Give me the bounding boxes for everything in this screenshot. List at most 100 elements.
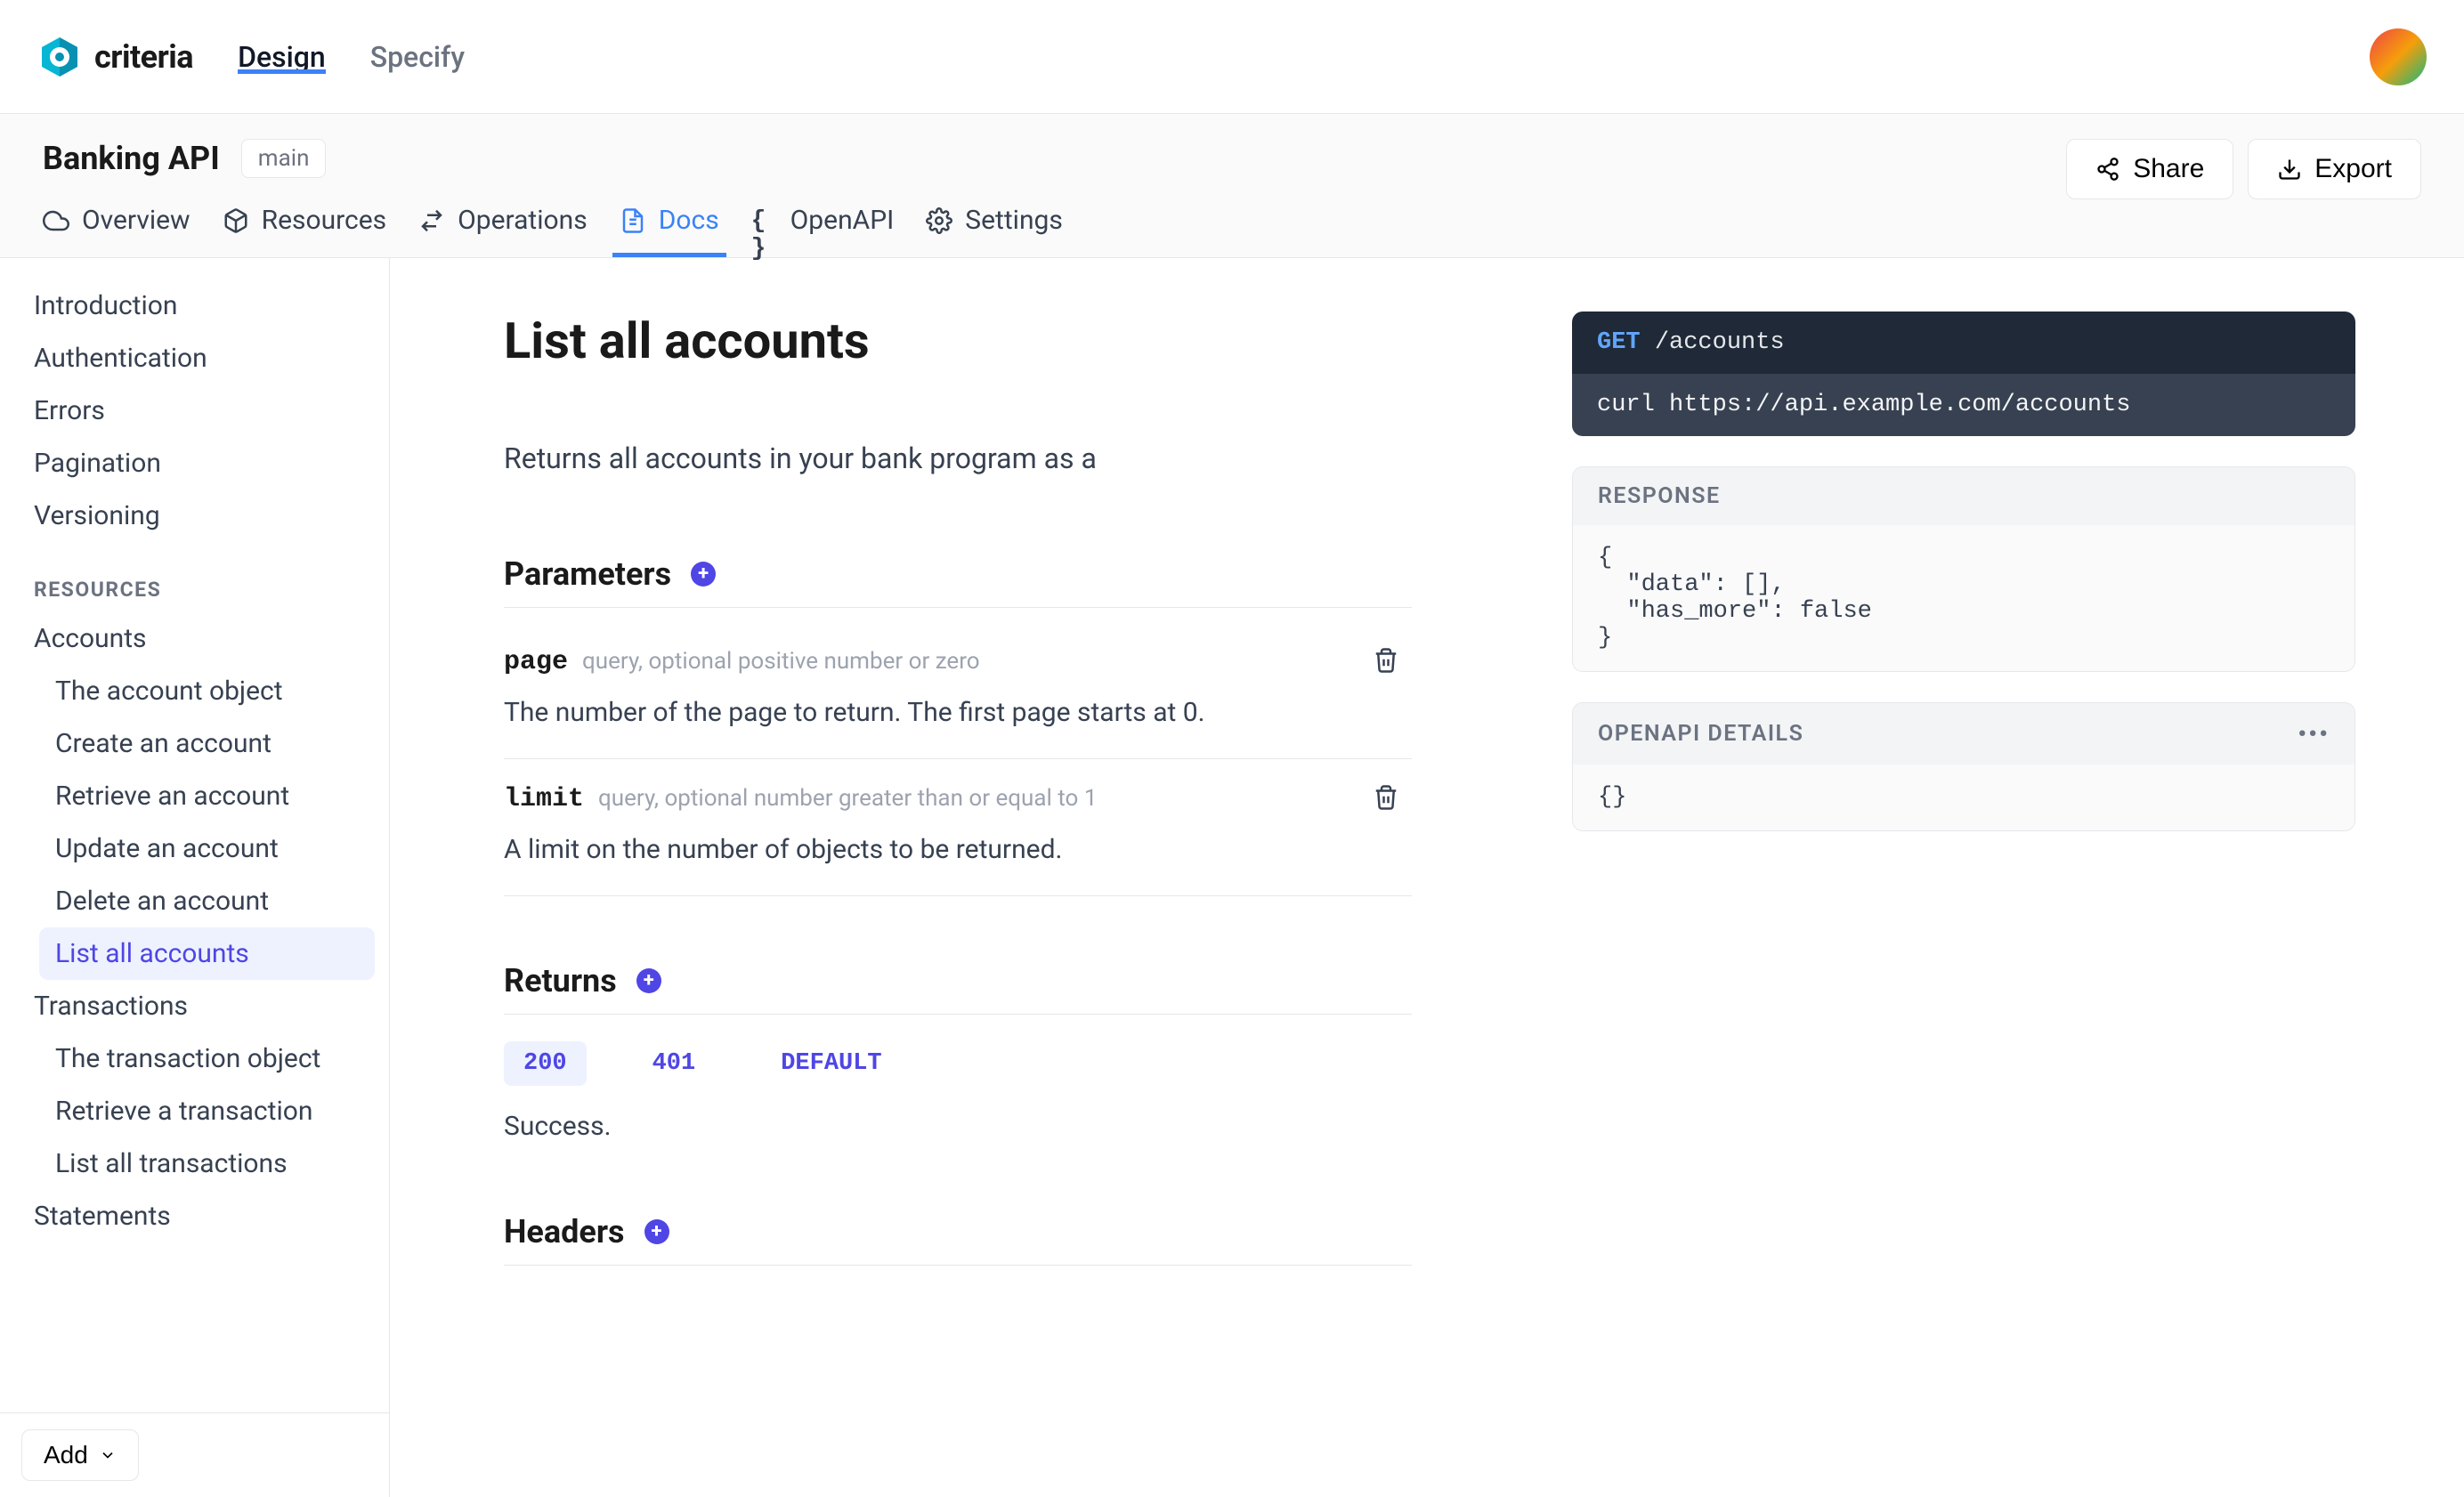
branch-badge[interactable]: main <box>241 139 327 178</box>
tab-settings[interactable]: Settings <box>926 205 1063 257</box>
sidebar-item-create-account[interactable]: Create an account <box>55 717 375 770</box>
sidebar-item-delete-account[interactable]: Delete an account <box>55 875 375 927</box>
sidebar-item-update-account[interactable]: Update an account <box>55 822 375 875</box>
return-code-tabs: 200 401 DEFAULT <box>504 1041 1412 1086</box>
ellipsis-icon: ••• <box>2298 719 2330 748</box>
param-description: The number of the page to return. The fi… <box>504 697 1412 728</box>
page-title: List all accounts <box>504 312 1412 370</box>
sidebar-item-retrieve-account[interactable]: Retrieve an account <box>55 770 375 822</box>
param-name: limit <box>504 784 584 814</box>
swap-icon <box>418 207 445 234</box>
sidebar-footer: Add <box>0 1412 389 1497</box>
sidebar-item-accounts[interactable]: Accounts <box>34 612 375 665</box>
sidebar: Introduction Authentication Errors Pagin… <box>0 258 390 1497</box>
param-name: page <box>504 647 568 677</box>
tab-openapi[interactable]: { } OpenAPI <box>751 205 895 257</box>
param-type: query, optional positive number or zero <box>582 648 980 675</box>
tab-specify[interactable]: Specify <box>370 40 465 74</box>
response-body: { "data": [], "has_more": false } <box>1573 525 2355 671</box>
api-title: Banking API <box>43 140 220 177</box>
headers-heading: Headers <box>504 1213 625 1250</box>
http-path: /accounts <box>1655 329 1785 356</box>
sidebar-item-errors[interactable]: Errors <box>34 384 375 437</box>
avatar[interactable] <box>2370 28 2427 85</box>
download-icon <box>2277 157 2302 182</box>
doc-main: List all accounts Returns all accounts i… <box>504 312 1412 1461</box>
title-row: Banking API main <box>43 139 1063 178</box>
doc-sidebar: GET /accounts curl https://api.example.c… <box>1572 312 2355 1461</box>
add-header-button[interactable]: + <box>644 1219 669 1244</box>
tab-design[interactable]: Design <box>238 40 326 74</box>
return-tab-200[interactable]: 200 <box>504 1041 587 1086</box>
header-actions: Share Export <box>2066 139 2421 199</box>
braces-icon: { } <box>751 207 778 234</box>
project-header: Banking API main Overview Resources Oper… <box>0 114 2464 258</box>
tab-resources[interactable]: Resources <box>223 205 387 257</box>
return-description: Success. <box>504 1111 1412 1142</box>
curl-example: curl https://api.example.com/accounts <box>1572 374 2355 436</box>
response-label: RESPONSE <box>1573 467 2355 525</box>
chevron-down-icon <box>99 1446 117 1464</box>
header-left: criteria Design Specify <box>37 35 465 79</box>
divider <box>504 1014 1412 1015</box>
http-method: GET <box>1597 329 1641 356</box>
sidebar-item-transactions[interactable]: Transactions <box>34 980 375 1032</box>
cube-icon <box>223 207 249 234</box>
page-description: Returns all accounts in your bank progra… <box>504 441 1412 475</box>
sidebar-item-introduction[interactable]: Introduction <box>34 279 375 332</box>
delete-parameter-button[interactable] <box>1373 784 1399 814</box>
share-button[interactable]: Share <box>2066 139 2233 199</box>
sidebar-section-resources: RESOURCES <box>34 542 375 612</box>
parameters-heading: Parameters <box>504 555 671 593</box>
sidebar-item-statements[interactable]: Statements <box>34 1190 375 1242</box>
sidebar-item-versioning[interactable]: Versioning <box>34 490 375 542</box>
parameters-header: Parameters + <box>504 555 1412 593</box>
more-options-button[interactable]: ••• <box>2298 719 2330 748</box>
logo[interactable]: criteria <box>37 35 193 79</box>
add-parameter-button[interactable]: + <box>691 562 716 587</box>
openapi-body: {} <box>1573 765 2355 830</box>
returns-header: Returns + <box>504 962 1412 999</box>
logo-icon <box>37 35 82 79</box>
sidebar-item-transaction-object[interactable]: The transaction object <box>55 1032 375 1085</box>
request-example: GET /accounts curl https://api.example.c… <box>1572 312 2355 436</box>
add-button[interactable]: Add <box>21 1429 139 1481</box>
sidebar-item-account-object[interactable]: The account object <box>55 665 375 717</box>
content: List all accounts Returns all accounts i… <box>390 258 2464 1497</box>
divider <box>504 607 1412 608</box>
returns-heading: Returns <box>504 962 617 999</box>
tab-overview[interactable]: Overview <box>43 205 190 257</box>
param-description: A limit on the number of objects to be r… <box>504 834 1412 865</box>
brand-name: criteria <box>94 38 193 76</box>
headers-header: Headers + <box>504 1213 1412 1250</box>
sidebar-item-list-accounts[interactable]: List all accounts <box>39 927 375 980</box>
sidebar-item-pagination[interactable]: Pagination <box>34 437 375 490</box>
document-icon <box>620 207 646 234</box>
cloud-icon <box>43 207 69 234</box>
gear-icon <box>926 207 952 234</box>
project-tabs: Overview Resources Operations Docs { } O… <box>43 205 1063 257</box>
delete-parameter-button[interactable] <box>1373 647 1399 677</box>
openapi-panel: OPENAPI DETAILS ••• {} <box>1572 702 2355 831</box>
return-tab-401[interactable]: 401 <box>633 1041 716 1086</box>
divider <box>504 1265 1412 1266</box>
param-type: query, optional number greater than or e… <box>598 785 1097 812</box>
share-icon <box>2095 157 2120 182</box>
export-button[interactable]: Export <box>2248 139 2421 199</box>
sidebar-item-retrieve-transaction[interactable]: Retrieve a transaction <box>55 1085 375 1137</box>
parameter-page: page query, optional positive number or … <box>504 635 1412 759</box>
openapi-label: OPENAPI DETAILS <box>1598 721 1803 747</box>
sidebar-item-list-transactions[interactable]: List all transactions <box>55 1137 375 1190</box>
trash-icon <box>1373 784 1399 811</box>
tab-docs[interactable]: Docs <box>620 205 719 257</box>
add-return-button[interactable]: + <box>636 968 661 993</box>
response-panel: RESPONSE { "data": [], "has_more": false… <box>1572 466 2355 672</box>
sidebar-item-authentication[interactable]: Authentication <box>34 332 375 384</box>
app-header: criteria Design Specify <box>0 0 2464 114</box>
trash-icon <box>1373 647 1399 674</box>
parameter-limit: limit query, optional number greater tha… <box>504 772 1412 896</box>
request-line: GET /accounts <box>1572 312 2355 374</box>
top-tabs: Design Specify <box>238 40 465 74</box>
tab-operations[interactable]: Operations <box>418 205 588 257</box>
return-tab-default[interactable]: DEFAULT <box>761 1041 901 1086</box>
